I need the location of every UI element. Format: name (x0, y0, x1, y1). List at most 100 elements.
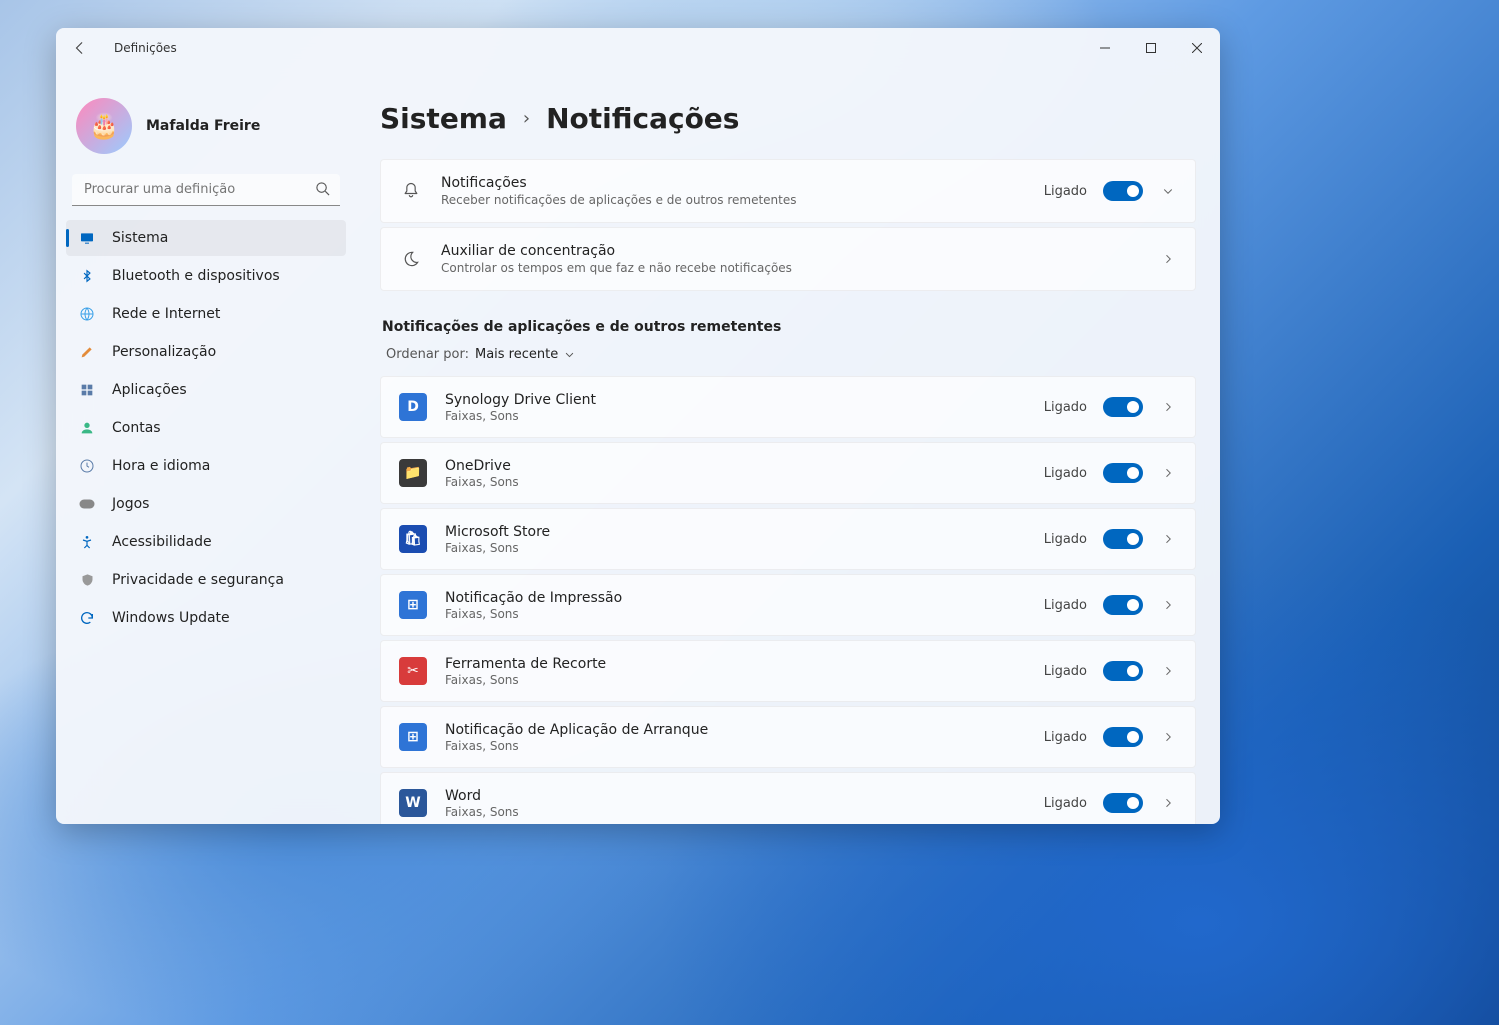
app-toggle[interactable] (1103, 595, 1143, 615)
focus-title: Auxiliar de concentração (441, 243, 1141, 259)
app-sub: Faixas, Sons (445, 541, 1026, 555)
sidebar-item-4[interactable]: Aplicações (66, 372, 346, 408)
chevron-down-icon (1162, 185, 1174, 197)
nav-label: Hora e idioma (112, 458, 210, 474)
main-content: Sistema › Notificações Notificações Rece… (356, 68, 1220, 824)
search-input[interactable] (72, 174, 340, 206)
breadcrumb: Sistema › Notificações (380, 102, 1196, 135)
app-toggle[interactable] (1103, 529, 1143, 549)
apps-section-header: Notificações de aplicações e de outros r… (382, 319, 1196, 335)
sidebar-item-2[interactable]: Rede e Internet (66, 296, 346, 332)
app-row-5[interactable]: ⊞Notificação de Aplicação de ArranqueFai… (380, 706, 1196, 768)
expand-chevron[interactable] (1159, 185, 1177, 197)
chevron-right-icon (1162, 253, 1174, 265)
nav-label: Jogos (112, 496, 149, 512)
focus-assist-card[interactable]: Auxiliar de concentração Controlar os te… (380, 227, 1196, 291)
maximize-button[interactable] (1128, 28, 1174, 68)
nav-label: Aplicações (112, 382, 187, 398)
chevron-right-icon (1162, 401, 1174, 413)
sidebar-item-1[interactable]: Bluetooth e dispositivos (66, 258, 346, 294)
titlebar: Definições (56, 28, 1220, 68)
app-name: OneDrive (445, 458, 1026, 474)
close-icon (1192, 43, 1202, 53)
minimize-button[interactable] (1082, 28, 1128, 68)
back-button[interactable] (66, 34, 94, 62)
sidebar-item-3[interactable]: Personalização (66, 334, 346, 370)
sort-dropdown[interactable]: Ordenar por: Mais recente (380, 343, 1196, 376)
app-state: Ligado (1044, 400, 1087, 415)
sidebar: 🎂 Mafalda Freire Sistema Bluetooth e disp… (56, 68, 356, 824)
nav-icon (78, 229, 96, 247)
app-icon: 📁 (399, 459, 427, 487)
chevron-right-icon (1162, 467, 1174, 479)
app-state: Ligado (1044, 796, 1087, 811)
app-chevron[interactable] (1159, 533, 1177, 545)
sidebar-item-6[interactable]: Hora e idioma (66, 448, 346, 484)
app-chevron[interactable] (1159, 467, 1177, 479)
avatar: 🎂 (76, 98, 132, 154)
sidebar-item-9[interactable]: Privacidade e segurança (66, 562, 346, 598)
sidebar-item-10[interactable]: Windows Update (66, 600, 346, 636)
app-row-6[interactable]: WWordFaixas, SonsLigado (380, 772, 1196, 824)
search-icon (315, 181, 330, 200)
notifications-toggle[interactable] (1103, 181, 1143, 201)
close-button[interactable] (1174, 28, 1220, 68)
app-toggle[interactable] (1103, 397, 1143, 417)
chevron-right-icon: › (523, 108, 530, 129)
app-toggle[interactable] (1103, 793, 1143, 813)
app-name: Synology Drive Client (445, 392, 1026, 408)
app-icon: 🛍 (399, 525, 427, 553)
app-row-2[interactable]: 🛍Microsoft StoreFaixas, SonsLigado (380, 508, 1196, 570)
app-chevron[interactable] (1159, 797, 1177, 809)
app-name: Word (445, 788, 1026, 804)
sidebar-item-7[interactable]: Jogos (66, 486, 346, 522)
chevron-right-icon (1162, 599, 1174, 611)
chevron-right-icon (1162, 665, 1174, 677)
nav-icon (78, 267, 96, 285)
app-name: Microsoft Store (445, 524, 1026, 540)
nav-icon (78, 381, 96, 399)
profile-name: Mafalda Freire (146, 118, 260, 134)
app-sub: Faixas, Sons (445, 409, 1026, 423)
app-chevron[interactable] (1159, 401, 1177, 413)
profile-block[interactable]: 🎂 Mafalda Freire (66, 80, 346, 174)
nav-label: Personalização (112, 344, 216, 360)
app-row-4[interactable]: ✂Ferramenta de RecorteFaixas, SonsLigado (380, 640, 1196, 702)
app-toggle[interactable] (1103, 463, 1143, 483)
app-sub: Faixas, Sons (445, 607, 1026, 621)
breadcrumb-parent[interactable]: Sistema (380, 102, 507, 135)
sort-label: Ordenar por: (386, 347, 469, 362)
bell-icon (399, 181, 423, 201)
sidebar-item-0[interactable]: Sistema (66, 220, 346, 256)
app-chevron[interactable] (1159, 599, 1177, 611)
minimize-icon (1100, 43, 1110, 53)
nav-icon (78, 533, 96, 551)
sidebar-item-8[interactable]: Acessibilidade (66, 524, 346, 560)
notifications-state: Ligado (1044, 184, 1087, 199)
nav-icon (78, 457, 96, 475)
app-title: Definições (114, 41, 177, 55)
app-chevron[interactable] (1159, 731, 1177, 743)
notifications-title: Notificações (441, 175, 1026, 191)
breadcrumb-current: Notificações (546, 102, 739, 135)
sidebar-item-5[interactable]: Contas (66, 410, 346, 446)
app-name: Notificação de Aplicação de Arranque (445, 722, 1026, 738)
app-row-1[interactable]: 📁OneDriveFaixas, SonsLigado (380, 442, 1196, 504)
nav-icon (78, 571, 96, 589)
maximize-icon (1146, 43, 1156, 53)
app-row-0[interactable]: DSynology Drive ClientFaixas, SonsLigado (380, 376, 1196, 438)
app-toggle[interactable] (1103, 661, 1143, 681)
nav-icon (78, 419, 96, 437)
nav-label: Privacidade e segurança (112, 572, 284, 588)
app-chevron[interactable] (1159, 665, 1177, 677)
app-toggle[interactable] (1103, 727, 1143, 747)
nav-icon (78, 343, 96, 361)
chevron-right-icon (1162, 797, 1174, 809)
notifications-card[interactable]: Notificações Receber notificações de apl… (380, 159, 1196, 223)
app-row-3[interactable]: ⊞Notificação de ImpressãoFaixas, SonsLig… (380, 574, 1196, 636)
app-sub: Faixas, Sons (445, 475, 1026, 489)
nav-label: Sistema (112, 230, 168, 246)
focus-subtitle: Controlar os tempos em que faz e não rec… (441, 261, 1141, 275)
focus-chevron[interactable] (1159, 253, 1177, 265)
nav-icon (78, 495, 96, 513)
